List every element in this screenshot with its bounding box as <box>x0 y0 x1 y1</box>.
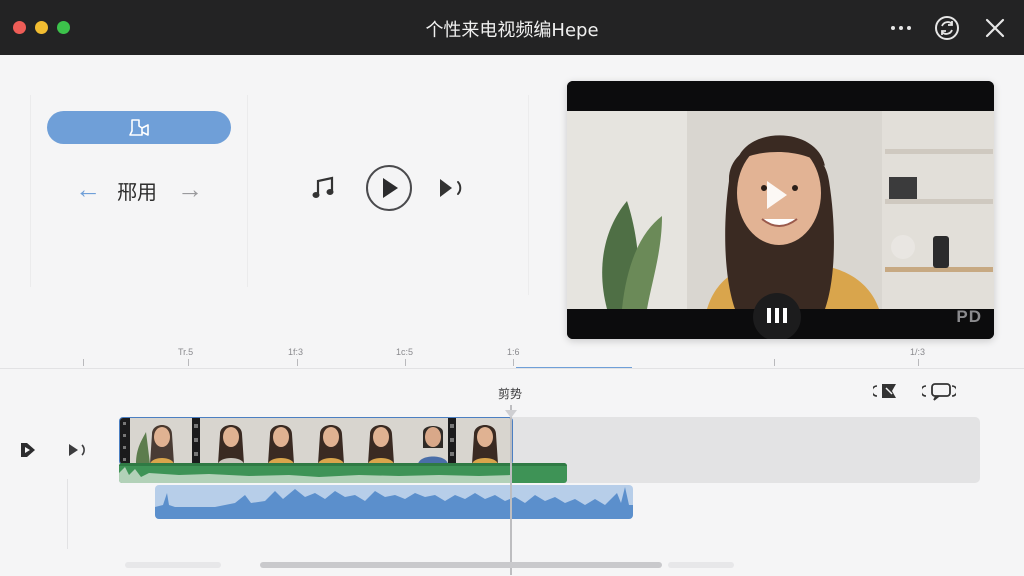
playhead-label: 剪势 <box>498 387 523 401</box>
timeline-separator <box>0 368 1024 369</box>
audio-waveform <box>155 487 633 519</box>
preview-watermark: PD <box>956 307 982 326</box>
ruler-label: 1:6 <box>507 347 520 357</box>
nav-row: ← 郉用 → <box>75 174 205 204</box>
video-clip[interactable] <box>119 417 513 465</box>
caption-icon[interactable] <box>920 380 958 407</box>
ruler-tick <box>918 359 919 366</box>
play-icon <box>366 165 412 211</box>
editor-workspace: ← 郉用 → PD Tr.5 1f:3 1c:5 1:6 1/:3 剪势 <box>0 55 1024 576</box>
ruler-label: Tr.5 <box>178 347 194 357</box>
play-sound-icon[interactable] <box>436 174 470 207</box>
play-button[interactable] <box>364 163 414 218</box>
nav-label: 郉用 <box>117 180 157 204</box>
arrow-left-icon[interactable]: ← <box>75 174 101 204</box>
ruler-label: 1c:5 <box>396 347 414 357</box>
panel-divider <box>528 95 529 295</box>
scrollbar-thumb[interactable] <box>260 562 662 568</box>
track-video-icon[interactable] <box>18 440 38 465</box>
ruler-tick <box>513 359 514 366</box>
window-title: 个性来电视频编Hepe <box>425 20 599 41</box>
camera-button[interactable] <box>47 111 231 144</box>
playhead-handle[interactable] <box>505 405 517 418</box>
ruler-label: 1f:3 <box>288 347 304 357</box>
scrollbar-track <box>668 562 734 568</box>
sync-icon[interactable] <box>932 13 962 43</box>
ruler-tick <box>188 359 189 366</box>
time-ruler[interactable]: Tr.5 1f:3 1c:5 1:6 1/:3 <box>30 345 994 369</box>
ruler-tick <box>83 359 84 366</box>
track-audio-icon[interactable] <box>66 440 92 465</box>
music-note-icon[interactable] <box>308 173 338 208</box>
ruler-tick <box>774 359 775 366</box>
ruler-tick <box>297 359 298 366</box>
close-icon[interactable] <box>980 13 1010 43</box>
more-horizontal-icon[interactable] <box>886 13 916 43</box>
overlay-clip[interactable] <box>119 463 567 483</box>
video-thumbnails <box>120 418 512 464</box>
overlay-waveform <box>119 463 567 483</box>
preview-frame <box>567 81 994 339</box>
scrollbar-track <box>125 562 221 568</box>
video-preview[interactable]: PD <box>567 81 994 339</box>
camera-icon <box>129 118 149 136</box>
title-bar: 个性来电视频编Hepe <box>0 0 1024 55</box>
ruler-label: 1/:3 <box>910 347 926 357</box>
split-icon[interactable] <box>871 380 901 407</box>
left-panel: ← 郉用 → <box>30 95 248 287</box>
playhead[interactable] <box>510 405 512 575</box>
ruler-tick <box>405 359 406 366</box>
arrow-right-icon[interactable]: → <box>177 174 203 204</box>
track-divider <box>67 479 68 549</box>
audio-clip[interactable] <box>155 485 633 519</box>
